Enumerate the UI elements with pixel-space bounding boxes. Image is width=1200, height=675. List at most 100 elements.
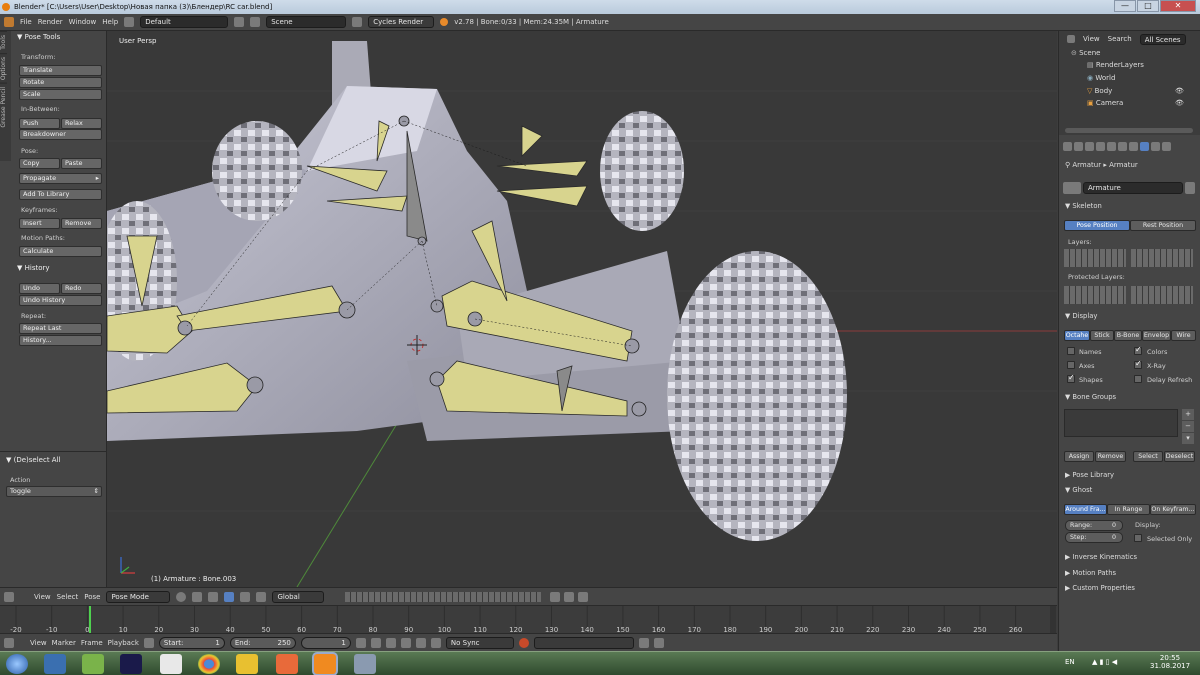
- add-to-library-button[interactable]: Add To Library: [19, 189, 102, 200]
- close-button[interactable]: ✕: [1160, 0, 1196, 12]
- layout-icon[interactable]: [124, 17, 135, 27]
- bone-layers-grid-2[interactable]: [1131, 249, 1193, 267]
- chrome-browser-icon[interactable]: [198, 654, 220, 674]
- breakdowner-button[interactable]: Breakdowner: [19, 129, 102, 140]
- select-button[interactable]: Select: [1133, 451, 1163, 462]
- outliner-item-world[interactable]: ◉ World: [1087, 74, 1115, 82]
- history-header[interactable]: ▼ History: [17, 264, 50, 272]
- display-envelope-button[interactable]: Envelop: [1142, 330, 1171, 341]
- sync-mode-select[interactable]: No Sync: [445, 636, 514, 649]
- keying-set-field[interactable]: [533, 636, 634, 649]
- 3d-viewport[interactable]: User Persp (1) Armature : Bone.003: [107, 31, 1057, 587]
- front-right-wheel[interactable]: [667, 251, 847, 541]
- yandex-browser-icon[interactable]: [160, 654, 182, 674]
- relax-button[interactable]: Relax: [61, 118, 102, 129]
- paint-app-icon[interactable]: [276, 654, 298, 674]
- bone-groups-list[interactable]: [1064, 409, 1178, 437]
- menu-help[interactable]: Help: [102, 18, 118, 26]
- outliner-item-renderlayers[interactable]: ▤ RenderLayers: [1087, 61, 1144, 69]
- minimize-button[interactable]: —: [1114, 0, 1136, 12]
- pose-position-button[interactable]: Pose Position: [1064, 220, 1130, 231]
- axes-checkbox[interactable]: [1067, 361, 1075, 369]
- scene-icon[interactable]: [250, 17, 261, 27]
- start-button-icon[interactable]: [6, 654, 28, 674]
- operator-panel-header[interactable]: ▼ (De)select All: [6, 456, 60, 464]
- rest-position-button[interactable]: Rest Position: [1130, 220, 1196, 231]
- colors-checkbox[interactable]: [1134, 345, 1142, 355]
- scale-button[interactable]: Scale: [19, 89, 102, 100]
- layers-tab-icon[interactable]: [1074, 141, 1083, 151]
- armature-data-tab-icon[interactable]: [1140, 141, 1149, 151]
- jump-end-icon[interactable]: [430, 637, 441, 648]
- protected-layers-grid-1[interactable]: [1064, 286, 1126, 304]
- menu-pose[interactable]: Pose: [84, 593, 100, 601]
- translate-manipulator-icon[interactable]: [224, 591, 235, 602]
- delay-refresh-checkbox[interactable]: [1134, 375, 1142, 383]
- tab-tools[interactable]: Tools: [0, 31, 7, 53]
- media-player-app-icon[interactable]: [120, 654, 142, 674]
- network-app-icon[interactable]: [82, 654, 104, 674]
- paste-button[interactable]: Paste: [61, 158, 102, 169]
- outliner-search-menu[interactable]: Search: [1108, 35, 1132, 43]
- jump-prev-key-icon[interactable]: [370, 637, 381, 648]
- layout-field[interactable]: Default: [140, 16, 229, 28]
- inverse-kinematics-panel-header[interactable]: ▶ Inverse Kinematics: [1065, 553, 1137, 561]
- outliner[interactable]: View Search All Scenes ⊝ Scene ▤ RenderL…: [1059, 31, 1200, 135]
- bone-tab-icon[interactable]: [1151, 141, 1160, 151]
- timeline-ruler[interactable]: -20 -10 0 10 20 30 40 50 60 70 80 90 100 110 120 130 140…: [0, 606, 1057, 634]
- ghost-on-keyframes-button[interactable]: On Keyfram...: [1150, 504, 1196, 515]
- record-keying-icon[interactable]: [518, 637, 529, 648]
- scene-add-icon[interactable]: [352, 17, 363, 27]
- calculate-button[interactable]: Calculate: [19, 246, 102, 257]
- ghost-around-frame-button[interactable]: Around Fra...: [1064, 504, 1107, 515]
- display-panel-header[interactable]: ▼ Display: [1065, 312, 1097, 320]
- assign-button[interactable]: Assign: [1064, 451, 1094, 462]
- pose-library-panel-header[interactable]: ▶ Pose Library: [1065, 471, 1114, 479]
- clock[interactable]: 20:55 31.08.2017: [1150, 654, 1190, 670]
- rear-left-wheel[interactable]: [212, 121, 302, 221]
- timeline[interactable]: -20 -10 0 10 20 30 40 50 60 70 80 90 100 110 120 130 140…: [0, 605, 1057, 634]
- bone-constraints-tab-icon[interactable]: [1162, 141, 1171, 151]
- pose-tools-header[interactable]: ▼ Pose Tools: [17, 33, 60, 41]
- end-frame-field[interactable]: End: 250: [229, 636, 296, 649]
- remove-button[interactable]: Remove: [1095, 451, 1126, 462]
- menu-render[interactable]: Render: [38, 18, 63, 26]
- current-frame-field[interactable]: 1: [300, 636, 351, 649]
- xray-checkbox[interactable]: [1134, 359, 1142, 369]
- tab-options[interactable]: Options: [0, 52, 7, 83]
- delete-keyframe-icon[interactable]: [653, 637, 664, 648]
- viewport-shading-icon[interactable]: [176, 591, 187, 602]
- maximize-button[interactable]: □: [1137, 0, 1159, 12]
- push-button[interactable]: Push: [19, 118, 60, 129]
- render-tab-icon[interactable]: [1063, 141, 1072, 151]
- layout-remove-icon[interactable]: [234, 17, 245, 27]
- mode-select[interactable]: Pose Mode: [106, 590, 171, 603]
- transform-orientation-select[interactable]: Global: [272, 590, 325, 603]
- outliner-scrollbar[interactable]: [1065, 128, 1193, 133]
- language-indicator[interactable]: EN: [1065, 658, 1075, 666]
- outliner-display-select[interactable]: All Scenes: [1139, 33, 1186, 45]
- menu-view[interactable]: View: [34, 593, 51, 601]
- propagate-button[interactable]: Propagate ▸: [19, 173, 102, 184]
- snap-icon[interactable]: [564, 592, 574, 602]
- timeline-menu-marker[interactable]: Marker: [52, 639, 76, 647]
- ghost-range-field[interactable]: Range: 0: [1065, 520, 1123, 531]
- repeat-last-button[interactable]: Repeat Last: [19, 323, 102, 334]
- tab-grease-pencil[interactable]: Grease Pencil: [0, 82, 7, 131]
- selected-only-checkbox[interactable]: [1134, 534, 1142, 542]
- rotate-manipulator-icon[interactable]: [240, 591, 251, 602]
- view3d-editor-icon[interactable]: [4, 591, 14, 602]
- manipulator-toggle-icon[interactable]: [208, 591, 219, 602]
- fake-user-icon[interactable]: [1185, 182, 1195, 194]
- bone-layers-grid-1[interactable]: [1064, 249, 1126, 267]
- motion-paths-panel-header[interactable]: ▶ Motion Paths: [1065, 569, 1116, 577]
- viewport-scene[interactable]: [107, 31, 1057, 587]
- start-frame-field[interactable]: Start: 1: [158, 636, 225, 649]
- redo-button[interactable]: Redo: [61, 283, 102, 294]
- menu-select[interactable]: Select: [57, 593, 79, 601]
- insert-keyframe-icon[interactable]: [638, 637, 649, 648]
- render-engine-select[interactable]: Cycles Render: [368, 16, 435, 28]
- archicad-app-icon[interactable]: [236, 654, 258, 674]
- preview-range-icon[interactable]: [143, 637, 154, 648]
- pin-icon[interactable]: ⚲: [1065, 161, 1070, 169]
